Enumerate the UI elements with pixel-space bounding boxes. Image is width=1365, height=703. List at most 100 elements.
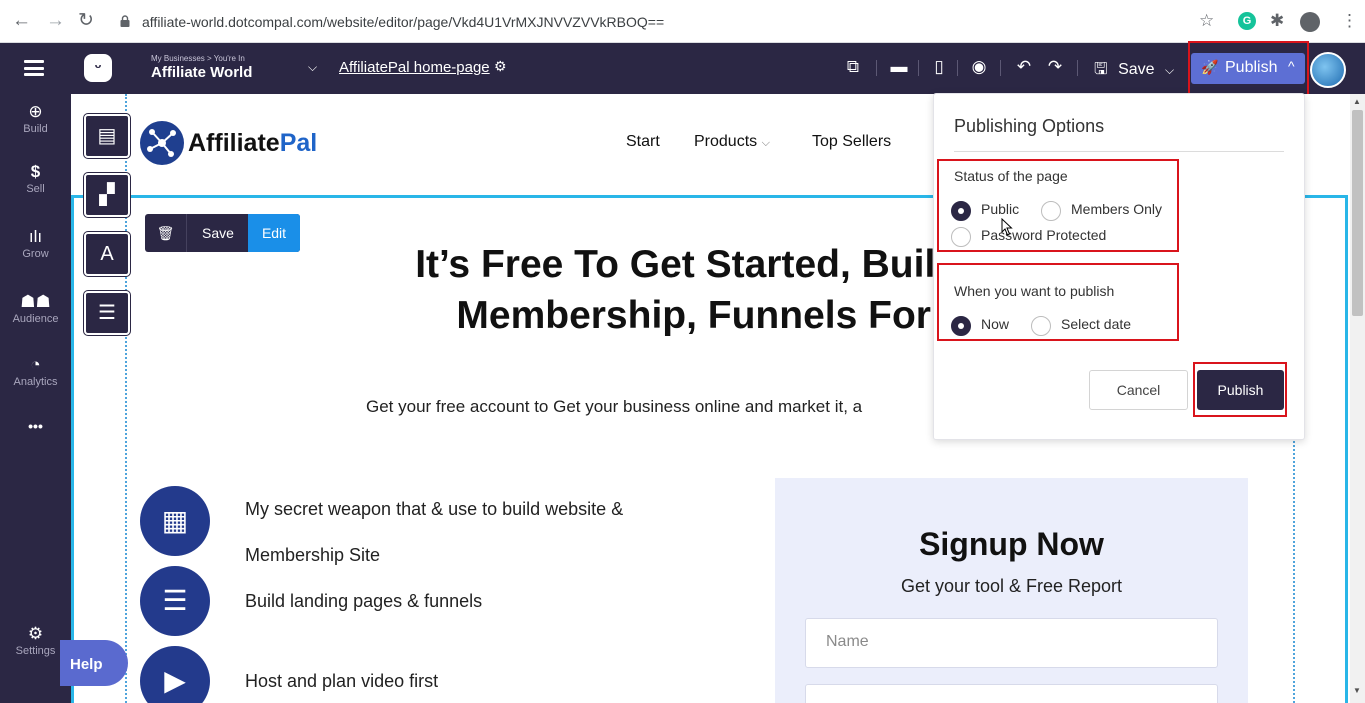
scroll-thumb[interactable] bbox=[1352, 110, 1363, 316]
avatar[interactable] bbox=[1310, 52, 1346, 88]
desktop-view-icon[interactable]: ▬ bbox=[888, 57, 910, 77]
cancel-button[interactable]: Cancel bbox=[1089, 370, 1188, 410]
save-dropdown-button[interactable]: 🖫 Save ⌵ bbox=[1094, 58, 1174, 85]
sidebar-item-sell[interactable]: $ Sell bbox=[0, 162, 71, 195]
site-nav-start[interactable]: Start bbox=[626, 133, 660, 151]
site-nav-top-sellers[interactable]: Top Sellers bbox=[812, 133, 891, 151]
radio-now-label[interactable]: Now bbox=[981, 316, 1009, 332]
browser-menu-icon[interactable]: ⋮ bbox=[1341, 12, 1358, 30]
radio-select-date-label[interactable]: Select date bbox=[1061, 316, 1131, 332]
sidebar-item-build[interactable]: ⊕ Build bbox=[0, 102, 71, 135]
sidebar-item-label: Grow bbox=[22, 248, 49, 260]
scroll-up-arrow-icon[interactable]: ▲ bbox=[1353, 97, 1361, 106]
email-input[interactable] bbox=[805, 684, 1218, 703]
chevron-down-icon: ⌵ bbox=[761, 137, 770, 149]
landing-pages-icon: ☰ bbox=[140, 566, 210, 636]
sidebar-item-label: Sell bbox=[26, 183, 45, 195]
chevron-down-icon: ⌵ bbox=[1165, 63, 1175, 77]
sidebar-item-grow[interactable]: ılı Grow bbox=[0, 227, 71, 260]
address-bar[interactable]: affiliate-world.dotcompal.com/website/ed… bbox=[108, 6, 1228, 38]
editor-topbar: ᵕ My Businesses > You're In Affiliate Wo… bbox=[0, 43, 1365, 94]
back-arrow-icon[interactable]: ← bbox=[12, 11, 31, 31]
preview-eye-icon[interactable]: ◉ bbox=[968, 57, 990, 77]
lock-icon bbox=[120, 15, 130, 27]
design-compass-icon[interactable]: A bbox=[84, 232, 130, 276]
sidebar-item-label: Build bbox=[23, 123, 48, 135]
left-sidebar: ⊕ Build $ Sell ılı Grow ☗☗ Audience ◔ An… bbox=[0, 94, 71, 703]
forward-arrow-icon[interactable]: → bbox=[46, 11, 65, 31]
when-section-label: When you want to publish bbox=[954, 283, 1115, 299]
divider bbox=[1000, 60, 1001, 76]
vertical-scrollbar[interactable]: ▲ ▼ bbox=[1350, 94, 1365, 703]
sidebar-item-analytics[interactable]: ◔ Analytics bbox=[0, 355, 71, 388]
dollar-icon: $ bbox=[30, 162, 41, 181]
browser-toolbar: ← → ↻ affiliate-world.dotcompal.com/webs… bbox=[0, 0, 1365, 43]
site-nav-products[interactable]: Products ⌵ bbox=[694, 133, 770, 151]
extensions-puzzle-icon[interactable]: ✱ bbox=[1270, 12, 1284, 30]
divider bbox=[918, 60, 919, 76]
divider bbox=[876, 60, 877, 76]
publish-label: Publish bbox=[1225, 59, 1278, 76]
signup-subtitle: Get your tool & Free Report bbox=[900, 576, 1123, 596]
mouse-cursor-icon bbox=[1001, 218, 1013, 236]
sidebar-item-audience[interactable]: ☗☗ Audience bbox=[0, 292, 71, 325]
people-icon: ☗☗ bbox=[20, 292, 51, 311]
profile-icon[interactable] bbox=[1300, 12, 1320, 32]
chevron-up-icon: ^ bbox=[1288, 58, 1295, 74]
feature-text: Build landing pages & funnels bbox=[245, 591, 483, 611]
radio-select-date[interactable] bbox=[1031, 316, 1051, 336]
block-tools-panel: ▤ ▞ A ☰ bbox=[84, 114, 130, 350]
website-layout-icon: ▦ bbox=[140, 486, 210, 556]
divider bbox=[1077, 60, 1078, 76]
element-save-button[interactable]: Save bbox=[188, 214, 248, 252]
hero-subtitle: Get your free account to Get your busine… bbox=[366, 397, 863, 416]
section-layout-icon[interactable]: ▤ bbox=[84, 114, 130, 158]
sidebar-item-label: Analytics bbox=[13, 376, 58, 388]
publishing-options-popover: Publishing Options Status of the page Pu… bbox=[933, 93, 1305, 440]
plus-circle-icon: ⊕ bbox=[28, 102, 43, 121]
feature-text: Membership Site bbox=[245, 545, 381, 565]
feature-text: Host and plan video first bbox=[245, 671, 439, 691]
mobile-view-icon[interactable]: ▯ bbox=[928, 57, 950, 77]
page-name-link[interactable]: AffiliatePal home-page bbox=[339, 59, 490, 76]
chevron-down-icon[interactable]: ⌵ bbox=[308, 60, 317, 75]
name-input[interactable]: Name bbox=[805, 618, 1218, 668]
signup-card: Signup Now Get your tool & Free Report N… bbox=[775, 478, 1248, 703]
divider bbox=[957, 60, 958, 76]
radio-password-protected[interactable] bbox=[951, 227, 971, 247]
hamburger-menu-icon[interactable] bbox=[24, 60, 44, 76]
grammarly-extension-icon[interactable]: G bbox=[1238, 12, 1256, 30]
publish-dropdown-button[interactable]: 🚀 Publish ^ bbox=[1191, 53, 1305, 84]
reload-icon[interactable]: ↻ bbox=[78, 11, 94, 31]
undo-icon[interactable]: ↶ bbox=[1013, 57, 1035, 77]
help-button[interactable]: Help bbox=[60, 640, 128, 686]
business-name[interactable]: Affiliate World bbox=[151, 64, 252, 81]
redo-icon[interactable]: ↷ bbox=[1044, 57, 1066, 77]
radio-public[interactable] bbox=[951, 201, 971, 221]
save-label: Save bbox=[1118, 61, 1155, 78]
more-menu-icon[interactable]: ••• bbox=[0, 418, 71, 434]
pie-chart-icon: ◔ bbox=[30, 355, 41, 374]
sidebar-item-label: Audience bbox=[12, 313, 59, 325]
layers-icon[interactable]: ⧉ bbox=[842, 57, 864, 77]
signup-title: Signup Now bbox=[919, 526, 1104, 562]
feature-text: My secret weapon that & use to build web… bbox=[245, 499, 624, 519]
radio-public-label[interactable]: Public bbox=[981, 201, 1019, 217]
radio-members-only-label[interactable]: Members Only bbox=[1071, 201, 1162, 217]
page-list-icon[interactable]: ☰ bbox=[84, 291, 130, 335]
dotcompal-logo-icon[interactable]: ᵕ bbox=[84, 54, 112, 82]
trash-icon[interactable]: 🗑 bbox=[145, 214, 187, 252]
rocket-icon: 🚀 bbox=[1201, 59, 1219, 75]
status-section-label: Status of the page bbox=[954, 168, 1068, 184]
scroll-down-arrow-icon[interactable]: ▼ bbox=[1353, 686, 1361, 695]
bookmark-star-icon[interactable]: ☆ bbox=[1199, 12, 1214, 30]
publish-button[interactable]: Publish bbox=[1197, 370, 1284, 410]
affiliatepal-logo-icon bbox=[140, 121, 184, 165]
breadcrumb: My Businesses > You're In bbox=[151, 54, 245, 63]
widgets-icon[interactable]: ▞ bbox=[84, 173, 130, 217]
floppy-disk-icon: 🖫 bbox=[1094, 61, 1108, 78]
page-settings-gear-icon[interactable]: ⚙ bbox=[494, 58, 507, 75]
radio-now[interactable] bbox=[951, 316, 971, 336]
radio-members-only[interactable] bbox=[1041, 201, 1061, 221]
radio-password-protected-label[interactable]: Password Protected bbox=[981, 227, 1106, 243]
